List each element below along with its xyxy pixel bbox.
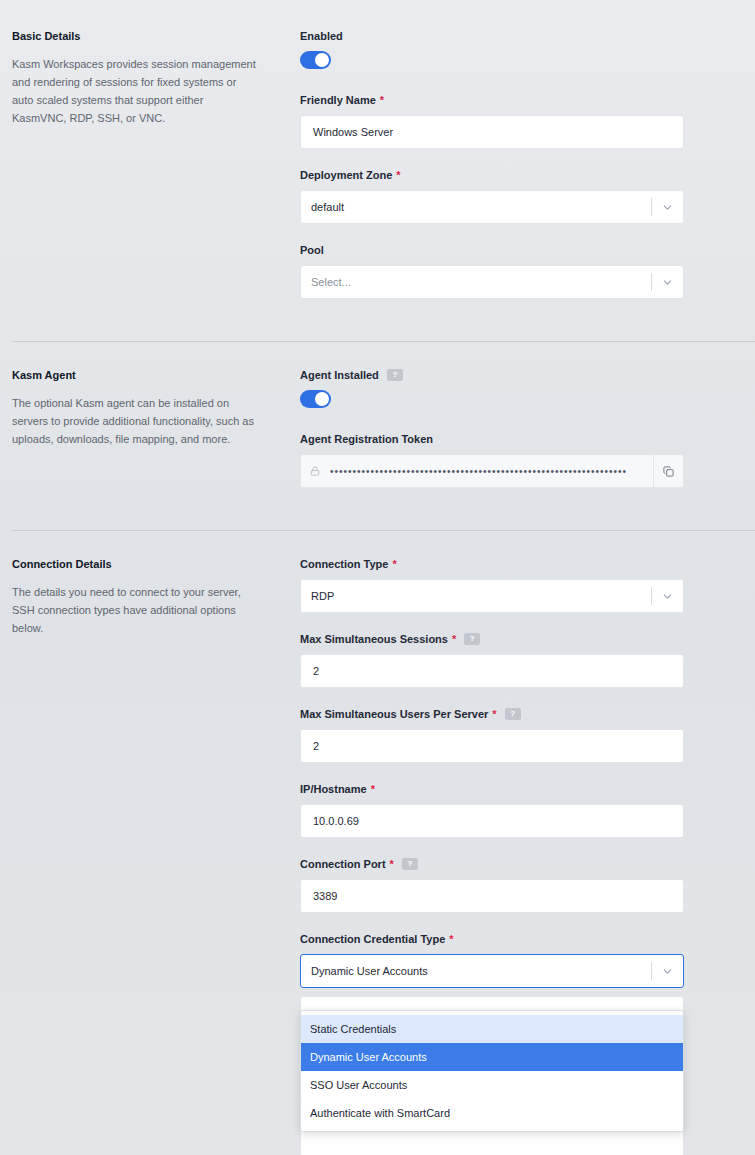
section-description: The details you need to connect to your …	[12, 583, 260, 637]
text-input[interactable]: 2	[300, 654, 684, 688]
text-input[interactable]: Windows Server	[300, 115, 684, 149]
required-mark: *	[380, 93, 384, 107]
section-description: The optional Kasm agent can be installed…	[12, 394, 260, 448]
select-box[interactable]: RDP	[300, 579, 684, 613]
field-label: Connection Type*	[300, 557, 684, 571]
required-mark: *	[390, 857, 394, 871]
chevron-down-icon	[661, 965, 674, 978]
input-field: IP/Hostname* 10.0.0.69	[300, 782, 684, 838]
section-description: Kasm Workspaces provides session managem…	[12, 55, 260, 127]
toggle-field: Enabled	[300, 29, 684, 74]
dropdown-option[interactable]: Dynamic User Accounts	[301, 1043, 683, 1071]
field-label: Max Simultaneous Users Per Server*?	[300, 707, 684, 721]
section-info: Kasm Agent The optional Kasm agent can be…	[12, 368, 300, 488]
help-badge[interactable]: ?	[464, 633, 480, 645]
field-label: Friendly Name*	[300, 93, 684, 107]
select-field: Connection Credential Type* Dynamic User …	[300, 932, 684, 988]
section-fields: Agent Installed? Agent Registration Token…	[300, 368, 684, 488]
chevron-down-icon	[661, 590, 674, 603]
text-input[interactable]: 3389	[300, 879, 684, 913]
chevron-down-icon	[661, 201, 674, 214]
field-label: IP/Hostname*	[300, 782, 684, 796]
input-field: Max Simultaneous Sessions*? 2	[300, 632, 684, 688]
section-title: Basic Details	[12, 29, 260, 43]
help-badge[interactable]: ?	[387, 369, 403, 381]
text-input[interactable]: 10.0.0.69	[300, 804, 684, 838]
copy-button[interactable]	[653, 455, 683, 487]
select-field: Connection Type* RDP	[300, 557, 684, 613]
select-box[interactable]: Dynamic User Accounts	[300, 954, 684, 988]
form-section: Kasm Agent The optional Kasm agent can be…	[12, 341, 755, 530]
chevron-down-icon	[661, 276, 674, 289]
lock-icon	[310, 466, 320, 476]
dropdown-menu: Static CredentialsDynamic User AccountsS…	[300, 1010, 684, 1132]
select-box[interactable]: default	[300, 190, 684, 224]
field-label: Agent Registration Token	[300, 432, 684, 446]
toggle-field: Agent Installed?	[300, 368, 684, 413]
required-mark: *	[392, 557, 396, 571]
input-field: Friendly Name* Windows Server	[300, 93, 684, 149]
field-label: Enabled	[300, 29, 684, 43]
settings-page: Basic Details Kasm Workspaces provides se…	[0, 0, 755, 1155]
dropdown-option[interactable]: Static Credentials	[301, 1015, 683, 1043]
section-info: Basic Details Kasm Workspaces provides se…	[12, 29, 300, 299]
select-box[interactable]: Select...	[300, 265, 684, 299]
toggle-switch[interactable]	[300, 51, 331, 69]
select-field: Pool Select...	[300, 243, 684, 299]
help-badge[interactable]: ?	[505, 708, 521, 720]
dropdown-option[interactable]: SSO User Accounts	[301, 1071, 683, 1099]
field-label: Deployment Zone*	[300, 168, 684, 182]
field-label: Connection Port*?	[300, 857, 684, 871]
token-input[interactable]: ••••••••••••••••••••••••••••••••••••••••…	[300, 454, 684, 488]
form-section: Basic Details Kasm Workspaces provides se…	[12, 0, 755, 341]
required-mark: *	[452, 632, 456, 646]
section-fields: Connection Type* RDP Max Simultaneous Sess…	[300, 557, 684, 1155]
section-info: Connection Details The details you need t…	[12, 557, 300, 1155]
field-label: Connection Credential Type*	[300, 932, 684, 946]
required-mark: *	[492, 707, 496, 721]
secret-field: Agent Registration Token ••••••••••••••••…	[300, 432, 684, 488]
input-field: Max Simultaneous Users Per Server*? 2	[300, 707, 684, 763]
dropdown-option[interactable]: Authenticate with SmartCard	[301, 1099, 683, 1127]
required-mark: *	[371, 782, 375, 796]
section-title: Kasm Agent	[12, 368, 260, 382]
copy-icon	[663, 466, 674, 477]
field-label: Pool	[300, 243, 684, 257]
input-field: Connection Port*? 3389	[300, 857, 684, 913]
text-input[interactable]: 2	[300, 729, 684, 763]
field-label: Agent Installed?	[300, 368, 684, 382]
section-title: Connection Details	[12, 557, 260, 571]
select-field: Deployment Zone* default	[300, 168, 684, 224]
required-mark: *	[396, 168, 400, 182]
help-badge[interactable]: ?	[402, 858, 418, 870]
field-label: Max Simultaneous Sessions*?	[300, 632, 684, 646]
form-section: Connection Details The details you need t…	[12, 530, 755, 1155]
required-mark: *	[449, 932, 453, 946]
section-fields: Enabled Friendly Name* Windows Server Deplo…	[300, 29, 684, 299]
toggle-switch[interactable]	[300, 390, 331, 408]
